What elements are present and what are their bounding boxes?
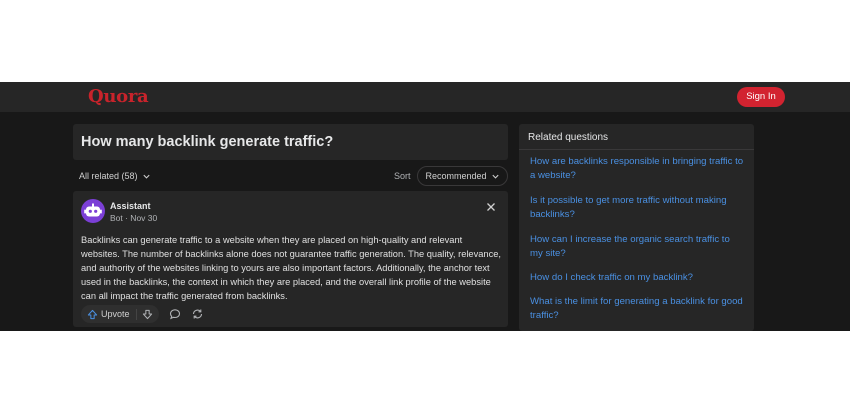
related-question-link[interactable]: How can I increase the organic search tr…: [530, 233, 745, 260]
upvote-button[interactable]: Upvote: [87, 308, 137, 320]
reshare-icon: [192, 309, 202, 319]
upvote-arrow-icon: [87, 309, 98, 319]
related-question-link[interactable]: What is the limit for generating a backl…: [530, 295, 745, 322]
all-related-dropdown[interactable]: All related (58): [79, 171, 151, 181]
related-question-link[interactable]: How do I check traffic on my backlink?: [530, 271, 745, 285]
reshare-button[interactable]: [191, 308, 204, 320]
answer-meta: Bot · Nov 30: [110, 213, 158, 223]
related-questions-panel: Related questions How are backlinks resp…: [519, 124, 754, 331]
answer-author-name[interactable]: Assistant: [110, 201, 151, 211]
related-questions-title: Related questions: [528, 132, 609, 143]
related-question-link[interactable]: Is it possible to get more traffic witho…: [530, 194, 745, 221]
bot-avatar-icon[interactable]: [81, 199, 105, 223]
chevron-down-icon: [142, 174, 150, 179]
downvote-arrow-icon: [142, 309, 152, 319]
sort-dropdown[interactable]: Recommended: [417, 166, 508, 186]
upvote-label: Upvote: [101, 309, 130, 319]
close-icon[interactable]: [483, 199, 499, 215]
comment-icon: [169, 309, 180, 320]
question-title[interactable]: How many backlink generate traffic?: [81, 134, 333, 150]
answer-actions: Upvote: [81, 305, 204, 323]
sort-label: Sort: [394, 171, 411, 181]
answer-body: Backlinks can generate traffic to a webs…: [81, 235, 501, 301]
sort-value: Recommended: [425, 171, 487, 181]
chevron-down-icon: [491, 174, 499, 179]
divider: [519, 149, 754, 150]
downvote-button[interactable]: [137, 309, 153, 320]
question-card: How many backlink generate traffic?: [73, 124, 508, 160]
quora-logo[interactable]: Quora: [88, 86, 149, 107]
answer-card: Assistant Bot · Nov 30 Backlinks can gen…: [73, 191, 508, 327]
quora-page: Quora Sign In How many backlink generate…: [0, 82, 850, 331]
sign-in-button[interactable]: Sign In: [737, 87, 785, 107]
top-navigation-bar: Quora Sign In: [0, 82, 850, 112]
all-related-label: All related (58): [79, 171, 138, 181]
comment-button[interactable]: [169, 308, 181, 320]
related-question-link[interactable]: How are backlinks responsible in bringin…: [530, 155, 745, 182]
answer-filter-bar: All related (58) Sort Recommended: [73, 166, 508, 186]
vote-group: Upvote: [81, 305, 159, 323]
